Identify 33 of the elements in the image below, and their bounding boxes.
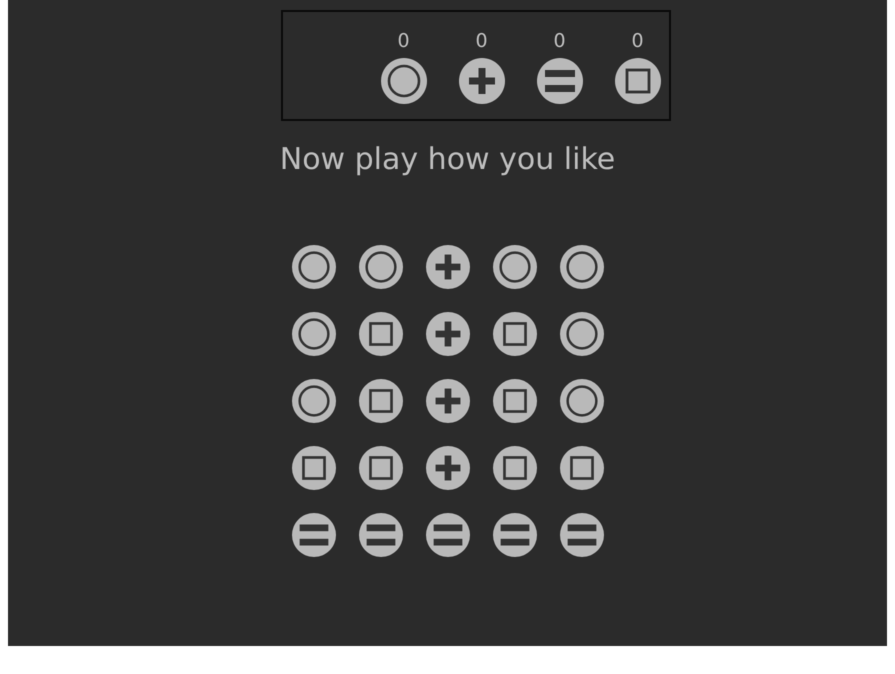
square-tile[interactable]	[358, 379, 402, 423]
score-count: 0	[631, 29, 644, 53]
equals-tile[interactable]	[358, 513, 402, 557]
equals-tile[interactable]	[426, 513, 470, 557]
equals-tile[interactable]	[292, 513, 336, 557]
score-count: 0	[397, 29, 410, 53]
ring-tile[interactable]	[292, 312, 336, 356]
ring-tile[interactable]	[292, 245, 336, 289]
score-count: 0	[475, 29, 488, 53]
ring-tile[interactable]	[560, 245, 604, 289]
score-count: 0	[553, 29, 566, 53]
square-tile[interactable]	[358, 312, 402, 356]
square-tile[interactable]	[492, 379, 536, 423]
square-tile[interactable]	[492, 312, 536, 356]
ring-tile[interactable]	[560, 379, 604, 423]
ring-tile[interactable]	[358, 245, 402, 289]
plus-tile[interactable]	[426, 245, 470, 289]
square-tile[interactable]	[560, 446, 604, 490]
square-tile[interactable]	[358, 446, 402, 490]
square-tile[interactable]	[492, 446, 536, 490]
plus-icon	[458, 58, 504, 104]
equals-tile[interactable]	[560, 513, 604, 557]
equals-tile[interactable]	[492, 513, 536, 557]
message-text: Now play how you like	[280, 142, 616, 178]
ring-tile[interactable]	[292, 379, 336, 423]
ring-tile[interactable]	[492, 245, 536, 289]
plus-tile[interactable]	[426, 446, 470, 490]
square-tile[interactable]	[292, 446, 336, 490]
plus-tile[interactable]	[426, 379, 470, 423]
ring-icon	[380, 58, 426, 104]
ring-tile[interactable]	[560, 312, 604, 356]
equals-icon	[536, 58, 582, 104]
plus-tile[interactable]	[426, 312, 470, 356]
